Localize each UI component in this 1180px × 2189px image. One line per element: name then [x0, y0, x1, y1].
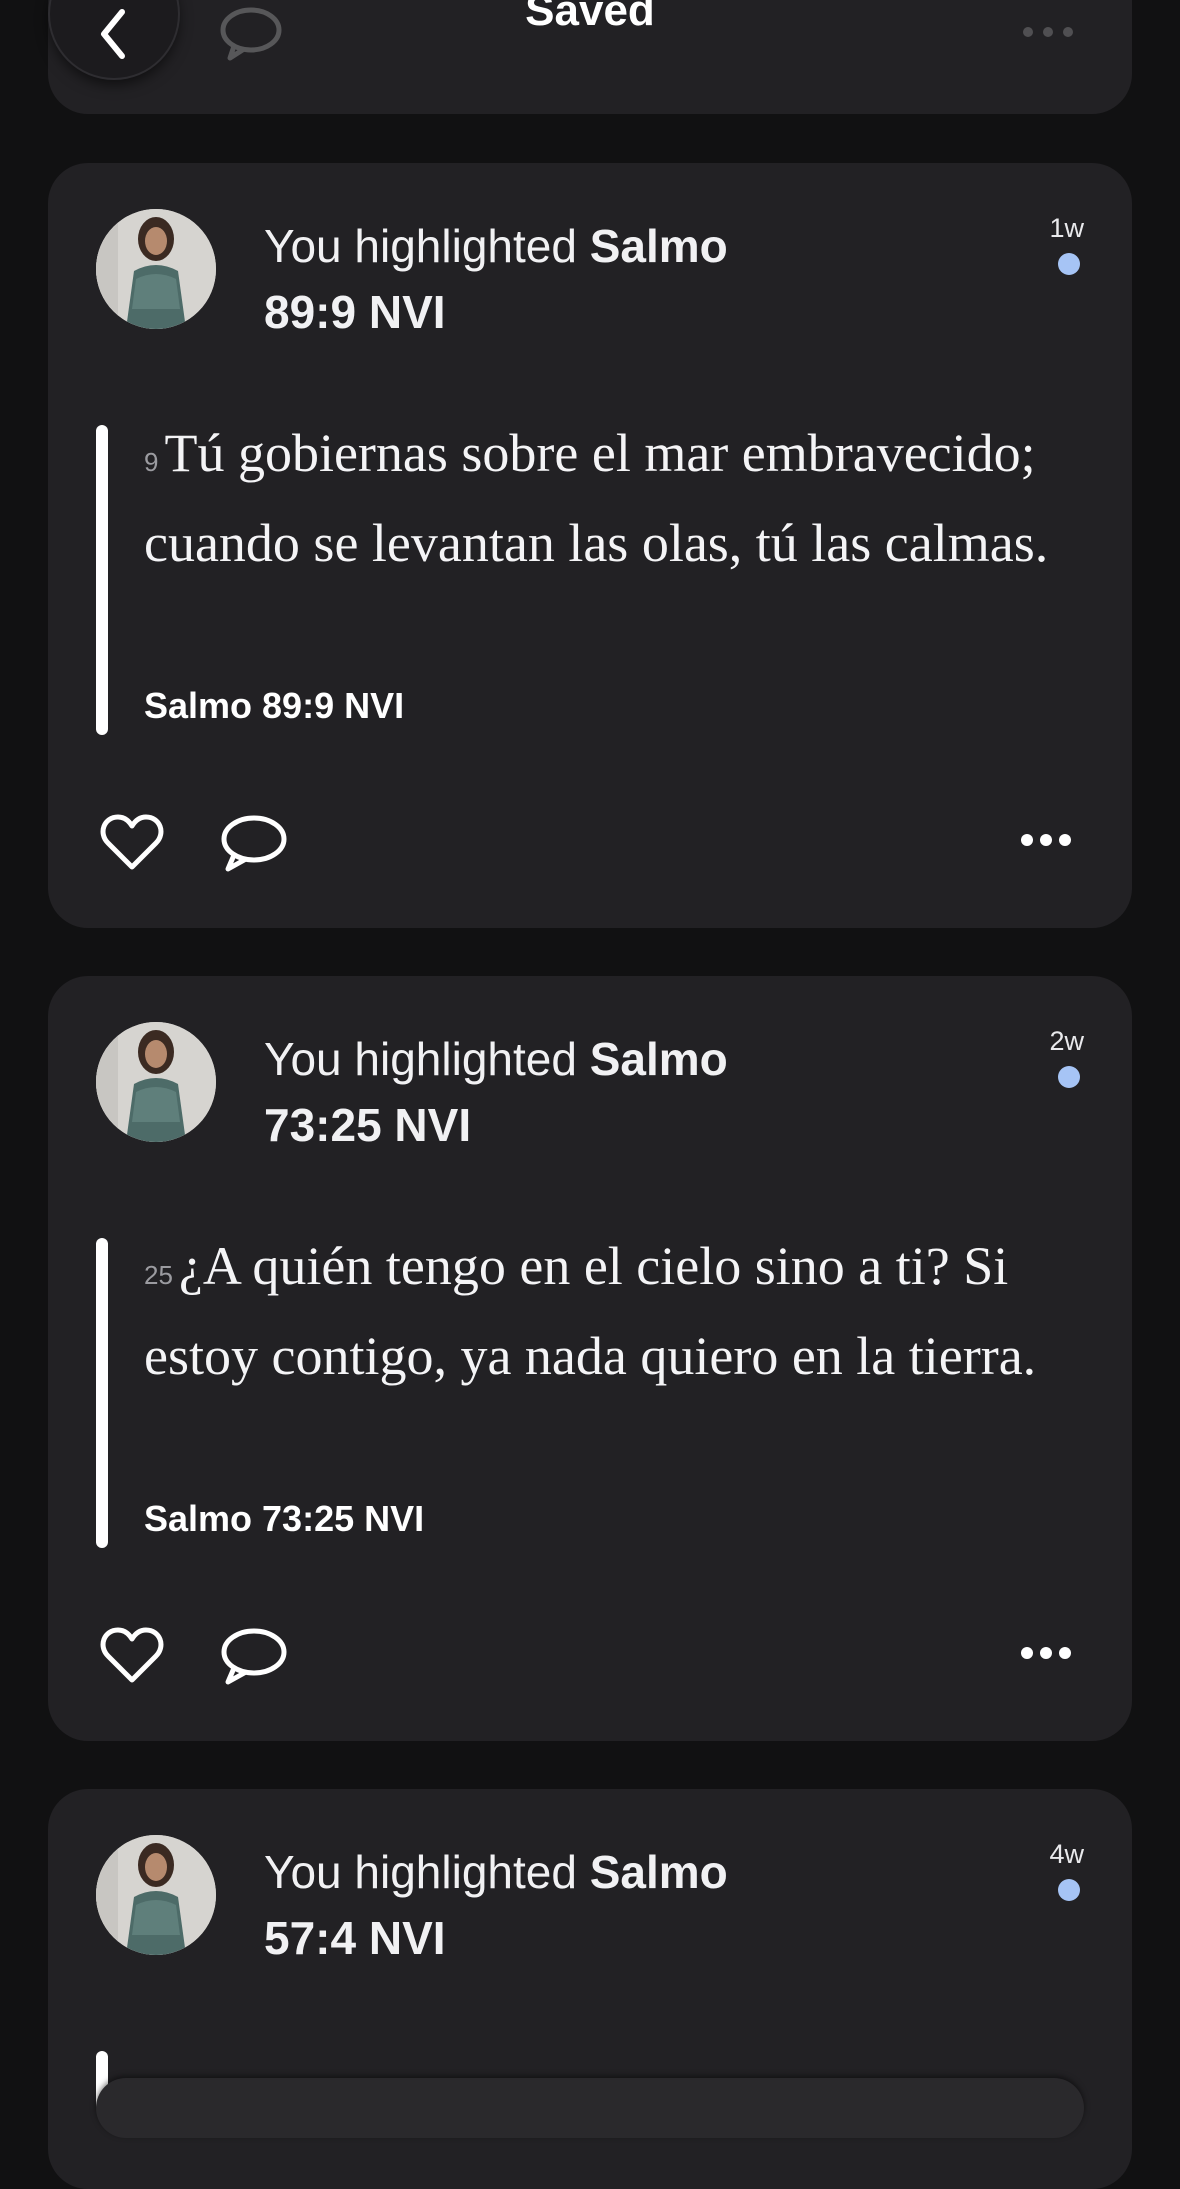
verse-reference[interactable]: Salmo 89:9 NVI [144, 685, 404, 727]
profile-photo [96, 209, 216, 329]
avatar[interactable] [96, 1022, 216, 1142]
heading-chapter-verse[interactable]: 57:4 NVI [264, 1912, 446, 1964]
verse-body: ¿A quién tengo en el cielo sino a ti? Si… [144, 1236, 1037, 1386]
post-age: 4w [1049, 1839, 1084, 1869]
heading-prefix: You highlighted [264, 220, 590, 272]
profile-photo [96, 1022, 216, 1142]
heart-icon[interactable] [100, 1626, 164, 1686]
verse-body: Tú gobiernas sobre el mar embravecido; c… [144, 423, 1049, 573]
heading-book[interactable]: Salmo [590, 220, 728, 272]
heading-prefix: You highlighted [264, 1033, 590, 1085]
avatar[interactable] [96, 209, 216, 329]
post-age: 1w [1049, 213, 1084, 243]
quote-bar [96, 425, 108, 735]
more-icon[interactable] [1020, 1646, 1072, 1660]
post-heading: You highlighted Salmo 89:9 NVI [264, 213, 844, 345]
avatar[interactable] [96, 1835, 216, 1955]
bottom-sheet-handle[interactable] [96, 2078, 1084, 2138]
heading-prefix: You highlighted [264, 1846, 590, 1898]
quote-bar [96, 1238, 108, 1548]
verse-number: 9 [144, 447, 159, 477]
verse-number: 25 [144, 1260, 173, 1290]
verse-text: 25 ¿A quién tengo en el cielo sino a ti? … [144, 1226, 1064, 1397]
verse-text: 9 Tú gobiernas sobre el mar embravecido; … [144, 413, 1064, 584]
profile-photo [96, 1835, 216, 1955]
highlight-card[interactable]: You highlighted Salmo 89:9 NVI 1w 9 Tú gob… [48, 163, 1132, 928]
unread-dot [1058, 1879, 1080, 1901]
page-title: Saved [525, 0, 655, 35]
heart-icon[interactable] [100, 813, 164, 873]
post-heading: You highlighted Salmo 73:25 NVI [264, 1026, 844, 1158]
post-heading: You highlighted Salmo 57:4 NVI [264, 1839, 844, 1971]
unread-dot [1058, 1066, 1080, 1088]
heading-chapter-verse[interactable]: 89:9 NVI [264, 286, 446, 338]
comment-icon[interactable] [218, 1626, 288, 1686]
post-age: 2w [1049, 1026, 1084, 1056]
more-icon[interactable] [1020, 833, 1072, 847]
more-icon[interactable] [1022, 26, 1074, 38]
heading-book[interactable]: Salmo [590, 1033, 728, 1085]
heading-book[interactable]: Salmo [590, 1846, 728, 1898]
unread-dot [1058, 253, 1080, 275]
comment-icon[interactable] [218, 813, 288, 873]
heading-chapter-verse[interactable]: 73:25 NVI [264, 1099, 471, 1151]
verse-reference[interactable]: Salmo 73:25 NVI [144, 1498, 424, 1540]
highlight-card[interactable]: You highlighted Salmo 73:25 NVI 2w 25 ¿A q… [48, 976, 1132, 1741]
